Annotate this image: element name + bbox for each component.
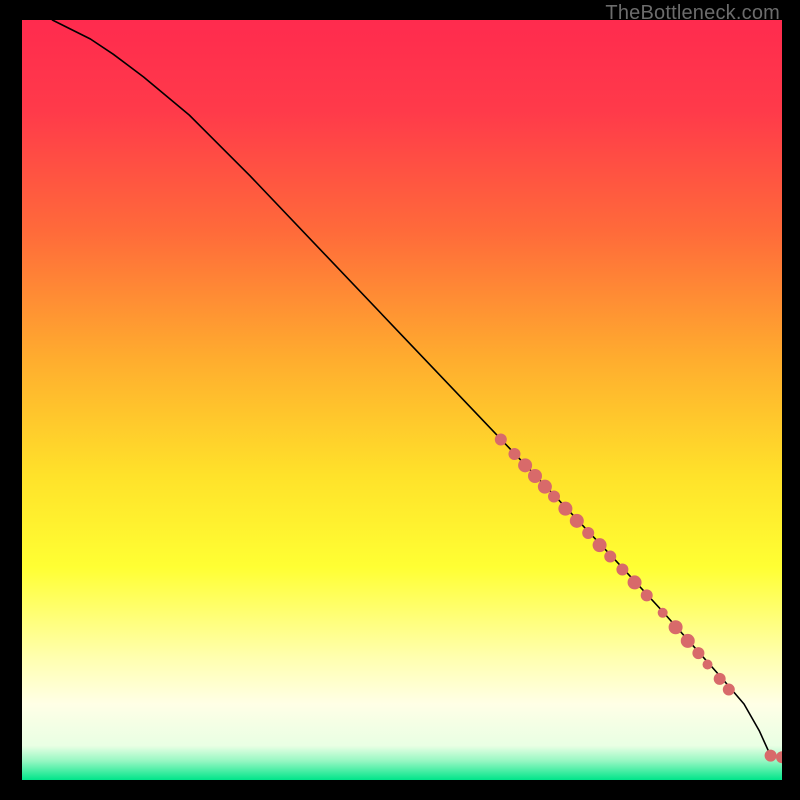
scatter-point (628, 575, 642, 589)
scatter-point (681, 634, 695, 648)
chart-svg (22, 20, 782, 780)
scatter-point (765, 750, 777, 762)
chart-stage: TheBottleneck.com (0, 0, 800, 800)
scatter-point (558, 502, 572, 516)
scatter-point (723, 684, 735, 696)
scatter-point (658, 608, 668, 618)
scatter-point (703, 659, 713, 669)
scatter-point (570, 514, 584, 528)
scatter-point (548, 491, 560, 503)
scatter-point (495, 434, 507, 446)
scatter-point (714, 673, 726, 685)
scatter-point (593, 538, 607, 552)
scatter-point (616, 563, 628, 575)
scatter-point (641, 589, 653, 601)
scatter-point (538, 480, 552, 494)
scatter-point (528, 469, 542, 483)
chart-plot-area (22, 20, 782, 780)
scatter-point (604, 551, 616, 563)
scatter-point (692, 647, 704, 659)
scatter-point (582, 527, 594, 539)
scatter-point (518, 458, 532, 472)
scatter-point (508, 448, 520, 460)
scatter-point (669, 620, 683, 634)
chart-background (22, 20, 782, 780)
